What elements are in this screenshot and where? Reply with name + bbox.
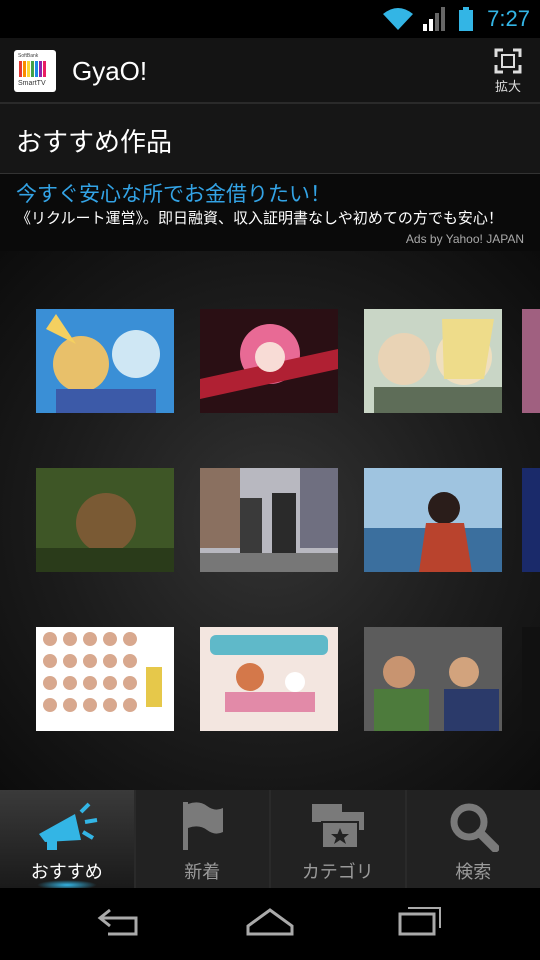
tab-new[interactable]: 新着	[135, 790, 271, 888]
video-thumbnail[interactable]	[200, 309, 338, 413]
video-thumbnail[interactable]	[200, 627, 338, 731]
wifi-icon	[383, 8, 414, 30]
video-thumbnail[interactable]	[36, 468, 174, 572]
bottom-tab-bar: おすすめ 新着 カテゴリ 検索	[0, 790, 540, 890]
signal-icon	[423, 7, 449, 31]
video-thumbnail[interactable]	[200, 468, 338, 572]
logo-bottom-text: SmartTV	[18, 80, 46, 87]
tab-search[interactable]: 検索	[406, 790, 540, 888]
video-thumbnail[interactable]	[364, 627, 502, 731]
search-icon	[450, 803, 500, 852]
app-title: GyaO!	[72, 56, 148, 86]
back-icon[interactable]	[96, 906, 142, 936]
logo-top-text: SoftBank	[18, 53, 39, 59]
section-title: おすすめ作品	[16, 128, 173, 158]
section-header: おすすめ作品	[0, 104, 540, 174]
recommended-grid	[0, 251, 540, 790]
video-thumbnail[interactable]	[364, 309, 502, 413]
expand-icon	[494, 48, 522, 74]
recent-apps-icon[interactable]	[398, 906, 442, 936]
app-logo[interactable]: SoftBank SmartTV	[14, 50, 56, 92]
tab-category[interactable]: カテゴリ	[271, 790, 407, 888]
home-icon[interactable]	[246, 906, 294, 936]
ad-title[interactable]: 今すぐ安心な所でお金借りたい！	[16, 178, 331, 208]
battery-icon	[459, 7, 474, 31]
ad-credit: Ads by Yahoo! JAPAN	[405, 232, 524, 246]
ad-body: 《リクルート運営》。即日融資、収入証明書なしや初めての方でも安心！	[16, 209, 503, 227]
action-bar: SoftBank SmartTV GyaO! 拡大	[0, 38, 540, 104]
system-nav-bar	[0, 888, 540, 960]
logo-bars	[19, 61, 46, 77]
clock: 7:27	[487, 6, 530, 31]
video-thumbnail[interactable]	[36, 309, 174, 413]
megaphone-icon	[38, 802, 98, 850]
tab-label: 新着	[184, 862, 221, 883]
video-thumbnail[interactable]	[522, 468, 540, 572]
video-thumbnail[interactable]	[522, 627, 540, 731]
video-thumbnail[interactable]	[364, 468, 502, 572]
tab-label: カテゴリ	[301, 862, 374, 883]
category-folders-icon	[311, 804, 364, 849]
ad-banner[interactable]: 今すぐ安心な所でお金借りたい！ 《リクルート運営》。即日融資、収入証明書なしや初…	[0, 174, 540, 251]
tab-recommended[interactable]: おすすめ	[0, 790, 136, 890]
flag-icon	[183, 802, 224, 850]
zoom-button[interactable]: 拡大	[486, 48, 530, 96]
status-bar: 7:27	[0, 0, 540, 38]
video-thumbnail[interactable]	[522, 309, 540, 413]
zoom-label: 拡大	[494, 80, 521, 95]
video-thumbnail[interactable]	[36, 627, 174, 731]
tab-label: 検索	[455, 862, 492, 883]
